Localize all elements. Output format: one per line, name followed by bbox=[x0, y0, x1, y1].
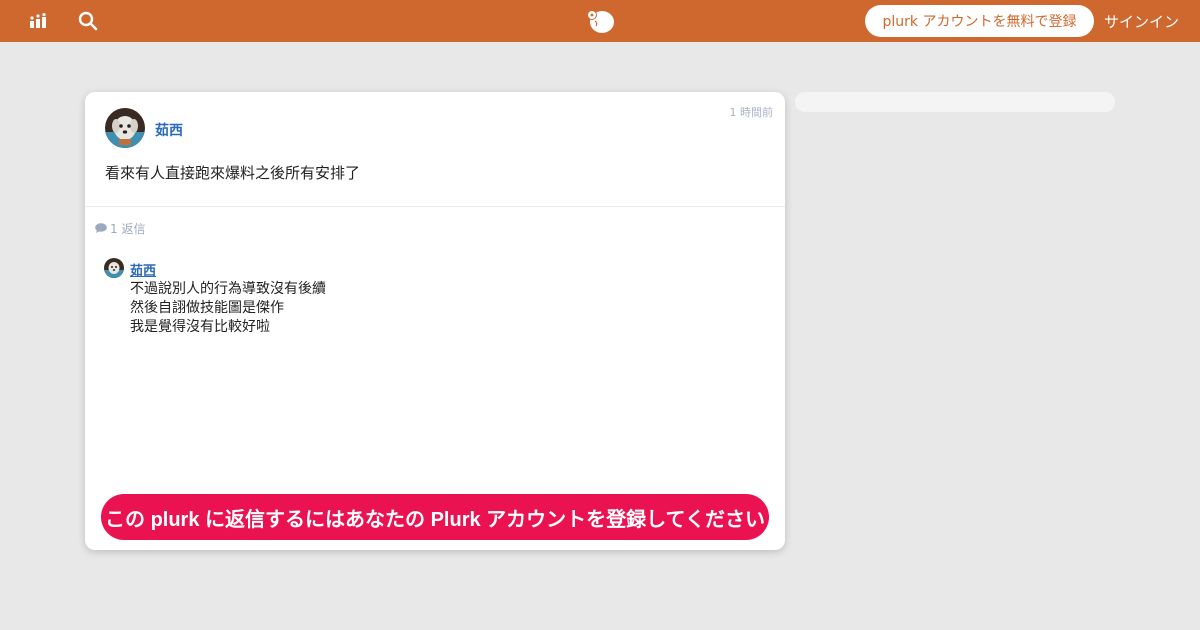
post-content: 看來有人直接跑來爆料之後所有安排了 bbox=[105, 164, 361, 182]
plurk-card: 1 時間前 茹西 看來有人直接跑來爆料之後所有安排了 1 返信 茹西 不過說別人… bbox=[85, 92, 785, 550]
reply-content: 不過說別人的行為導致沒有後續 然後自詡做技能圖是傑作 我是覺得沒有比較好啦 bbox=[130, 280, 326, 337]
reply-line: 不過說別人的行為導致沒有後續 bbox=[130, 281, 326, 297]
author-name[interactable]: 茹西 bbox=[155, 120, 183, 140]
author-avatar[interactable] bbox=[105, 108, 145, 148]
reply-line: 然後自詡做技能圖是傑作 bbox=[130, 300, 284, 316]
signup-button[interactable]: plurk アカウントを無料で登録 bbox=[865, 5, 1094, 37]
reply-count[interactable]: 1 返信 bbox=[95, 220, 145, 237]
divider bbox=[85, 206, 785, 207]
top-bar: plurk アカウントを無料で登録 サインイン bbox=[0, 0, 1200, 42]
signin-link[interactable]: サインイン bbox=[1104, 0, 1179, 42]
reply-avatar[interactable] bbox=[104, 258, 124, 278]
register-to-reply-button[interactable]: この plurk に返信するにはあなたの Plurk アカウントを登録してくださ… bbox=[101, 494, 769, 540]
side-panel-placeholder bbox=[795, 92, 1115, 112]
timeline-icon[interactable] bbox=[26, 0, 52, 42]
search-icon[interactable] bbox=[76, 0, 100, 42]
comment-icon bbox=[95, 222, 107, 236]
reply-line: 我是覺得沒有比較好啦 bbox=[130, 319, 270, 335]
plurk-logo-icon[interactable] bbox=[584, 0, 616, 42]
post-timestamp: 1 時間前 bbox=[729, 106, 774, 119]
reply-count-label: 1 返信 bbox=[110, 222, 146, 236]
reply-author-name[interactable]: 茹西 bbox=[130, 260, 156, 279]
